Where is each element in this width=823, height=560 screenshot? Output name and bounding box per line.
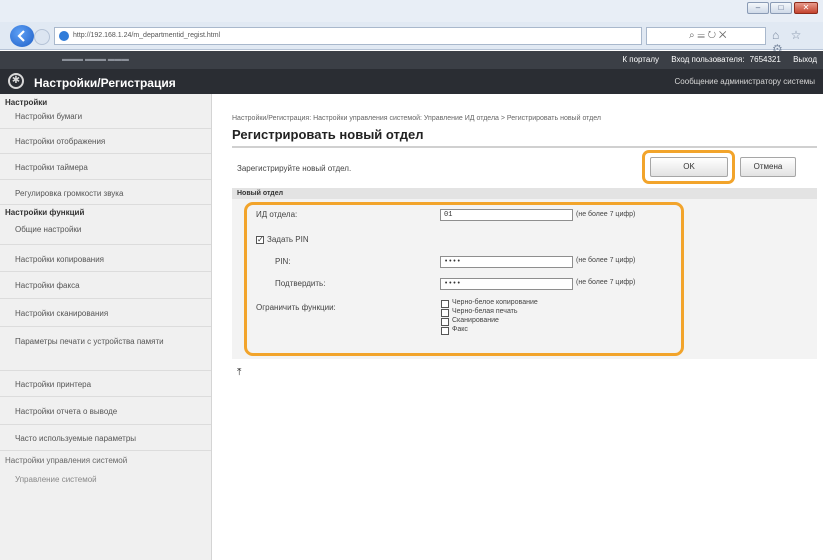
- sidebar-item-fax[interactable]: Настройки факса: [15, 280, 205, 292]
- back-to-top-icon[interactable]: ⤒: [237, 367, 241, 378]
- settings-logo-icon: ✱: [8, 73, 24, 89]
- confirm-pin-input[interactable]: ••••: [440, 278, 573, 290]
- sidebar-item-timer[interactable]: Настройки таймера: [15, 162, 205, 174]
- cancel-button[interactable]: Отмена: [740, 157, 796, 177]
- set-pin-label: Задать PIN: [267, 235, 309, 244]
- sidebar-item-display[interactable]: Настройки отображения: [15, 136, 205, 148]
- sidebar-item-copy[interactable]: Настройки копирования: [15, 254, 205, 266]
- sidebar-item-printer[interactable]: Настройки принтера: [15, 379, 205, 391]
- sidebar-item-common[interactable]: Общие настройки: [15, 224, 205, 236]
- address-search-controls[interactable]: ⌕ ☰ ↻ ✕: [646, 27, 766, 45]
- restrict-functions-label: Ограничить функции:: [256, 303, 336, 312]
- page-title: Регистрировать новый отдел: [232, 127, 424, 142]
- sidebar-item-volume[interactable]: Регулировка громкости звука: [15, 188, 205, 200]
- back-button[interactable]: [10, 25, 34, 47]
- restrict-fax-checkbox[interactable]: [441, 327, 449, 335]
- logout-link[interactable]: Выход: [793, 55, 817, 64]
- window-close-button[interactable]: ✕: [794, 2, 818, 14]
- restrict-bw-print-checkbox[interactable]: [441, 309, 449, 317]
- restrict-scan-checkbox[interactable]: [441, 318, 449, 326]
- restrict-scan-label: Сканирование: [452, 317, 499, 324]
- sidebar-section-system[interactable]: Настройки управления системой: [5, 456, 127, 465]
- browser-titlebar: – □ ✕: [0, 0, 823, 22]
- window-maximize-button[interactable]: □: [770, 2, 792, 14]
- login-user-label: Вход пользователя:: [671, 55, 745, 64]
- title-divider: [232, 146, 817, 148]
- set-pin-checkbox[interactable]: ✓: [256, 236, 264, 244]
- sidebar-item-memory-print[interactable]: Параметры печати с устройства памяти: [15, 336, 195, 348]
- login-user-id: 7654321: [749, 55, 781, 64]
- portal-link[interactable]: К порталу: [622, 55, 659, 64]
- browser-address-row: http://192.168.1.24/m_departmentid_regis…: [0, 22, 823, 56]
- sidebar: Настройки Настройки бумаги Настройки ото…: [0, 94, 212, 560]
- back-arrow-icon: [17, 30, 25, 42]
- dept-id-input[interactable]: 01: [440, 209, 573, 221]
- app-title: Настройки/Регистрация: [34, 76, 176, 90]
- device-header-bar: ▬▬▬ ▬▬▬ ▬▬▬ К порталу Вход пользователя:…: [0, 51, 823, 69]
- sidebar-section-functions: Настройки функций: [5, 208, 85, 217]
- dept-id-label: ИД отдела:: [256, 210, 298, 219]
- pin-input[interactable]: ••••: [440, 256, 573, 268]
- message-to-admin-link[interactable]: Сообщение администратору системы: [675, 77, 815, 86]
- forward-button[interactable]: [34, 29, 50, 45]
- restrict-bw-copy-label: Черно-белое копирование: [452, 299, 538, 306]
- ok-button[interactable]: OK: [650, 157, 728, 177]
- app-header: ✱ Настройки/Регистрация Сообщение админи…: [0, 69, 823, 94]
- pin-hint: (не более 7 цифр): [576, 257, 636, 264]
- dept-id-hint: (не более 7 цифр): [576, 211, 636, 218]
- device-name-placeholder: ▬▬▬ ▬▬▬ ▬▬▬: [62, 56, 129, 63]
- window-minimize-button[interactable]: –: [747, 2, 769, 14]
- main-content: Настройки/Регистрация: Настройки управле…: [219, 94, 819, 560]
- sidebar-section-settings: Настройки: [5, 98, 48, 107]
- address-bar[interactable]: http://192.168.1.24/m_departmentid_regis…: [54, 27, 642, 45]
- sidebar-item-paper[interactable]: Настройки бумаги: [15, 111, 205, 123]
- restrict-bw-copy-checkbox[interactable]: [441, 300, 449, 308]
- address-url: http://192.168.1.24/m_departmentid_regis…: [73, 32, 221, 39]
- confirm-pin-hint: (не более 7 цифр): [576, 279, 636, 286]
- sidebar-item-output-report[interactable]: Настройки отчета о выводе: [15, 406, 205, 418]
- sidebar-item-scan[interactable]: Настройки сканирования: [15, 308, 205, 320]
- ie-page-icon: [59, 31, 69, 41]
- restrict-bw-print-label: Черно-белая печать: [452, 308, 518, 315]
- instruction-text: Зарегистрируйте новый отдел.: [237, 164, 352, 173]
- sidebar-item-favorites[interactable]: Часто используемые параметры: [15, 433, 205, 445]
- confirm-pin-label: Подтвердить:: [275, 279, 326, 288]
- breadcrumb: Настройки/Регистрация: Настройки управле…: [232, 115, 601, 122]
- restrict-fax-label: Факс: [452, 326, 468, 333]
- sidebar-item-system-mgmt[interactable]: Управление системой: [15, 474, 205, 486]
- new-department-section-header: Новый отдел: [232, 188, 817, 199]
- pin-label: PIN:: [275, 257, 291, 266]
